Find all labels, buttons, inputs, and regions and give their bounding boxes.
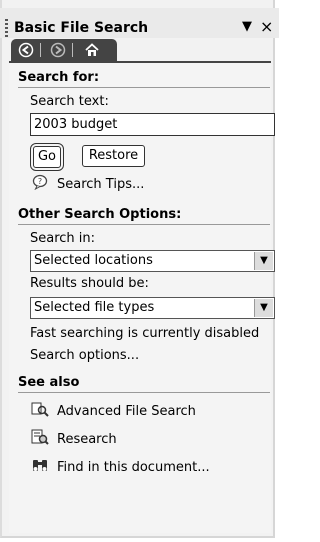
drag-grip-icon[interactable]: [5, 19, 8, 37]
pane-menu-button[interactable]: ▼: [242, 19, 252, 34]
see-also-heading: See also: [18, 375, 80, 390]
search-in-select[interactable]: Selected locations ▼: [30, 250, 275, 272]
advanced-file-search-link[interactable]: Advanced File Search: [57, 404, 196, 419]
section-divider: [18, 87, 270, 88]
search-options-link[interactable]: Search options...: [30, 348, 139, 363]
research-link[interactable]: Research: [57, 432, 117, 447]
results-value: Selected file types: [34, 300, 155, 315]
svg-text:?: ?: [38, 177, 42, 186]
results-should-be-label: Results should be:: [30, 276, 149, 291]
chevron-down-icon[interactable]: ▼: [254, 299, 273, 317]
advanced-search-icon: [31, 401, 49, 421]
other-search-options-heading: Other Search Options:: [18, 207, 182, 222]
home-icon[interactable]: [83, 42, 101, 58]
close-button[interactable]: ×: [260, 17, 273, 36]
pane-title: Basic File Search: [14, 20, 149, 36]
restore-button[interactable]: Restore: [82, 145, 145, 167]
task-pane-titlebar: Basic File Search ▼ ×: [0, 8, 279, 38]
search-text-label: Search text:: [30, 94, 109, 109]
fast-search-status: Fast searching is currently disabled: [30, 326, 260, 341]
research-icon: [31, 429, 49, 449]
back-arrow-icon[interactable]: [17, 42, 35, 58]
search-text-input[interactable]: 2003 budget: [30, 113, 275, 136]
chevron-down-icon[interactable]: ▼: [254, 252, 273, 270]
section-divider: [18, 224, 270, 225]
forward-arrow-icon[interactable]: [49, 42, 67, 58]
go-button[interactable]: Go: [30, 143, 64, 171]
search-in-label: Search in:: [30, 231, 96, 246]
binoculars-icon: [31, 457, 49, 477]
search-tips-link[interactable]: Search Tips...: [57, 177, 144, 192]
section-divider: [18, 392, 270, 393]
find-in-document-link[interactable]: Find in this document...: [57, 460, 210, 475]
search-for-heading: Search for:: [18, 70, 100, 85]
search-tips-icon: ?: [31, 174, 49, 194]
results-select[interactable]: Selected file types ▼: [30, 297, 275, 319]
pane-navigation-bar: [11, 39, 117, 61]
search-in-value: Selected locations: [34, 253, 153, 268]
